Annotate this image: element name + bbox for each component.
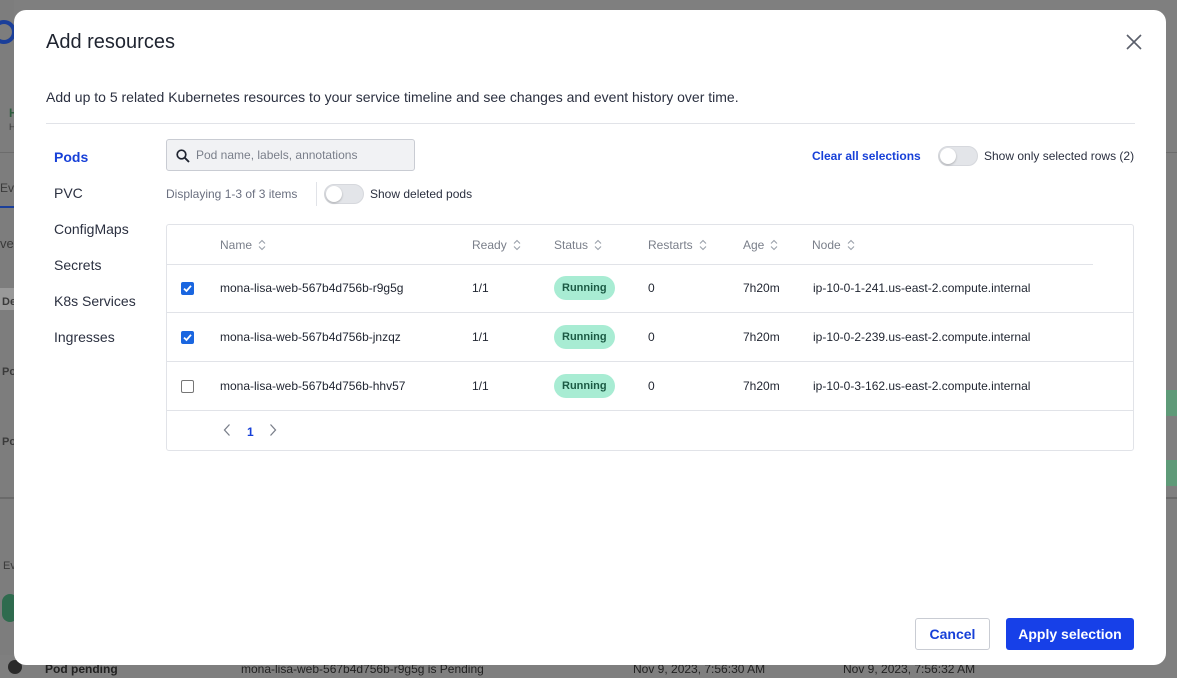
sort-icon: [258, 239, 266, 251]
sort-icon: [594, 239, 602, 251]
nav-item-pods[interactable]: Pods: [54, 149, 164, 185]
pods-table: Name Ready Status Restarts Age Node mona…: [166, 224, 1134, 451]
column-header-status[interactable]: Status: [554, 238, 602, 252]
toolbar-separator: [316, 182, 317, 206]
prev-page-icon[interactable]: [222, 423, 232, 440]
add-resources-modal: Add resources Add up to 5 related Kubern…: [14, 10, 1166, 665]
background-sidebar: [0, 0, 14, 678]
toggle-knob: [326, 186, 342, 202]
status-badge: Running: [554, 374, 615, 398]
search-icon: [176, 149, 190, 163]
nav-item-pvc[interactable]: PVC: [54, 185, 164, 221]
row-checkbox[interactable]: [181, 331, 194, 344]
show-deleted-toggle[interactable]: [324, 184, 364, 204]
pod-ready: 1/1: [472, 330, 489, 344]
column-header-node[interactable]: Node: [812, 238, 855, 252]
column-header-label: Node: [812, 238, 841, 252]
clear-all-selections-link[interactable]: Clear all selections: [812, 149, 921, 163]
background-green-bar: [1166, 390, 1177, 416]
table-row[interactable]: mona-lisa-web-567b4d756b-hhv57 1/1 Runni…: [167, 362, 1133, 411]
resource-type-nav: Pods PVC ConfigMaps Secrets K8s Services…: [54, 149, 164, 365]
sort-icon: [699, 239, 707, 251]
toggle-knob: [940, 148, 956, 164]
nav-item-secrets[interactable]: Secrets: [54, 257, 164, 293]
pod-name: mona-lisa-web-567b4d756b-hhv57: [220, 379, 406, 393]
column-header-label: Name: [220, 238, 253, 252]
apply-selection-button[interactable]: Apply selection: [1006, 618, 1134, 650]
pod-name: mona-lisa-web-567b4d756b-r9g5g: [220, 281, 404, 295]
nav-item-ingresses[interactable]: Ingresses: [54, 329, 164, 365]
pod-age: 7h20m: [743, 281, 780, 295]
column-header-label: Ready: [472, 238, 507, 252]
pod-ready: 1/1: [472, 379, 489, 393]
show-deleted-label: Show deleted pods: [370, 187, 473, 201]
nav-item-configmaps[interactable]: ConfigMaps: [54, 221, 164, 257]
show-selected-label: Show only selected rows (2): [984, 149, 1135, 163]
pod-restarts: 0: [648, 330, 655, 344]
column-header-label: Age: [743, 238, 765, 252]
show-selected-toggle[interactable]: [938, 146, 978, 166]
background-tab-indicator: [0, 206, 14, 208]
sort-icon: [847, 239, 855, 251]
sort-icon: [770, 239, 778, 251]
background-text: Ev: [0, 181, 15, 195]
pod-node: ip-10-0-2-239.us-east-2.compute.internal: [813, 330, 1031, 344]
background-text: ve: [0, 236, 14, 251]
modal-title: Add resources: [46, 31, 175, 53]
table-row[interactable]: mona-lisa-web-567b4d756b-r9g5g 1/1 Runni…: [167, 264, 1133, 313]
sort-icon: [513, 239, 521, 251]
nav-item-k8s-services[interactable]: K8s Services: [54, 293, 164, 329]
pod-restarts: 0: [648, 379, 655, 393]
cancel-button[interactable]: Cancel: [915, 618, 990, 650]
modal-description: Add up to 5 related Kubernetes resources…: [46, 89, 739, 105]
pod-ready: 1/1: [472, 281, 489, 295]
column-header-name[interactable]: Name: [220, 238, 266, 252]
close-icon[interactable]: [1124, 32, 1144, 52]
page-number[interactable]: 1: [247, 425, 254, 439]
column-header-label: Restarts: [648, 238, 693, 252]
search-input[interactable]: [196, 141, 408, 169]
pod-age: 7h20m: [743, 379, 780, 393]
column-header-ready[interactable]: Ready: [472, 238, 521, 252]
status-badge: Running: [554, 276, 615, 300]
pod-node: ip-10-0-3-162.us-east-2.compute.internal: [813, 379, 1031, 393]
status-badge: Running: [554, 325, 615, 349]
displaying-count: Displaying 1-3 of 3 items: [166, 187, 298, 201]
search-box: [166, 139, 415, 171]
table-row[interactable]: mona-lisa-web-567b4d756b-jnzqz 1/1 Runni…: [167, 313, 1133, 362]
pod-node: ip-10-0-1-241.us-east-2.compute.internal: [813, 281, 1031, 295]
row-checkbox[interactable]: [181, 282, 194, 295]
column-header-label: Status: [554, 238, 589, 252]
header-divider: [46, 123, 1135, 124]
pod-name: mona-lisa-web-567b4d756b-jnzqz: [220, 330, 401, 344]
column-header-restarts[interactable]: Restarts: [648, 238, 707, 252]
background-green-bar: [1166, 460, 1177, 486]
next-page-icon[interactable]: [268, 423, 278, 440]
pod-age: 7h20m: [743, 330, 780, 344]
pod-restarts: 0: [648, 281, 655, 295]
row-checkbox[interactable]: [181, 380, 194, 393]
column-header-age[interactable]: Age: [743, 238, 778, 252]
